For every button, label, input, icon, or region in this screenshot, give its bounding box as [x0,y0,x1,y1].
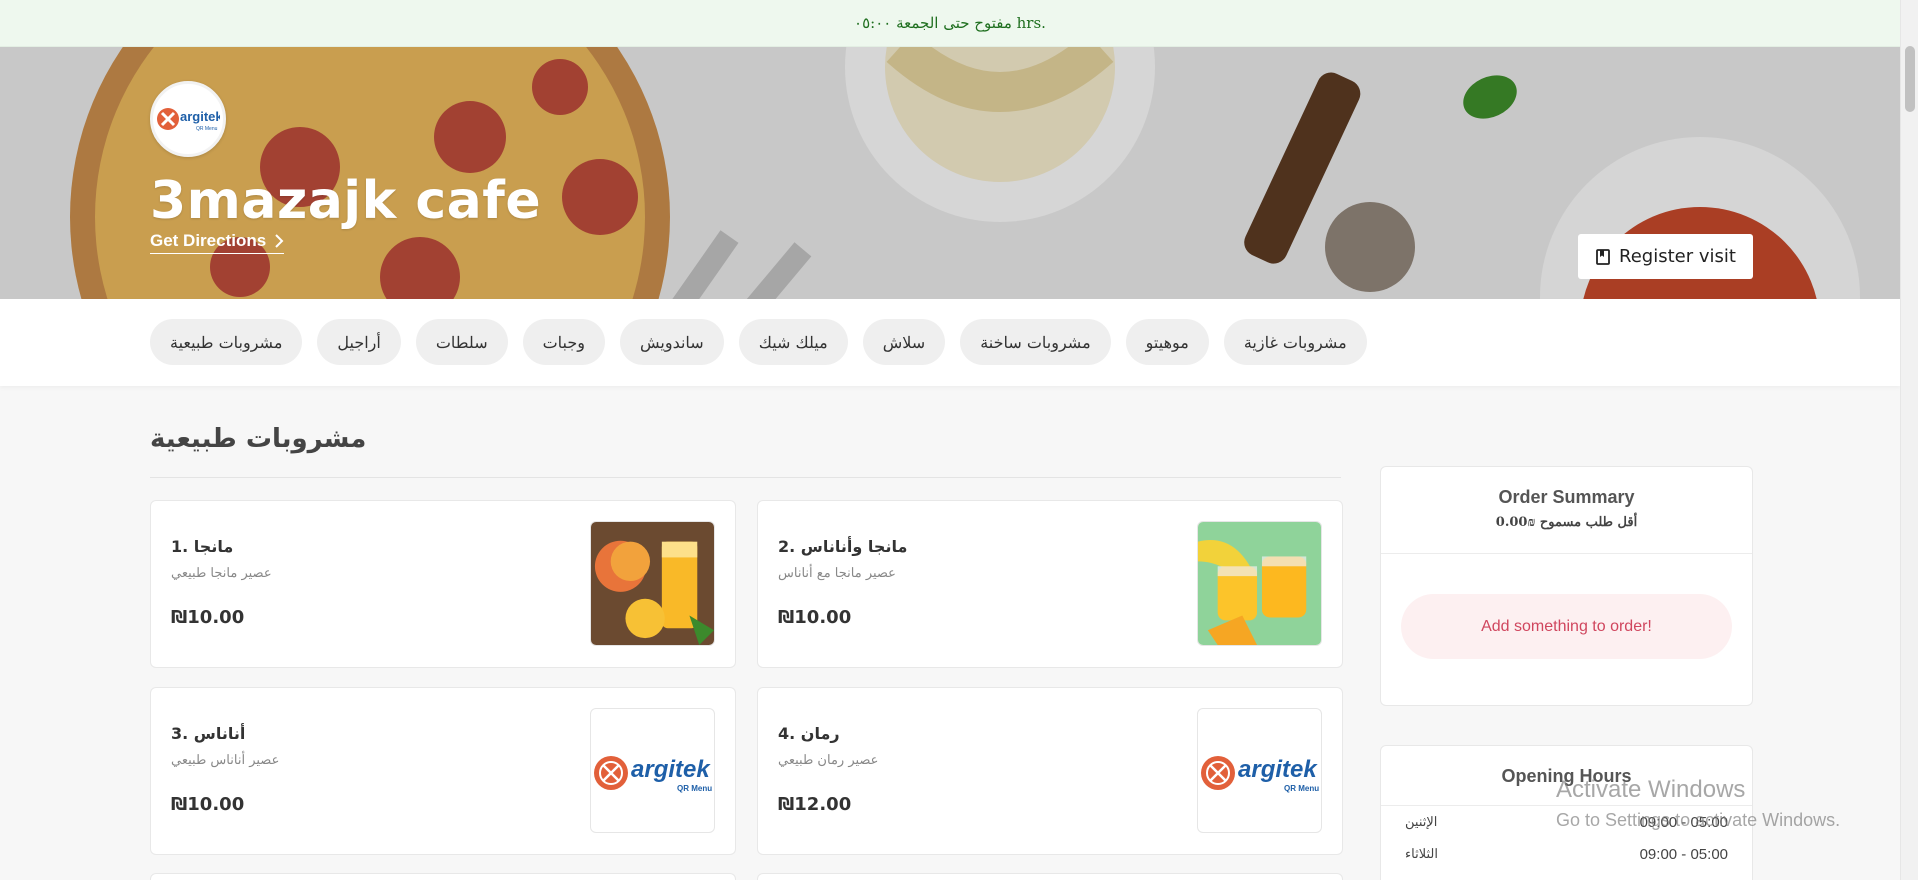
opening-notice-banner: مفتوح حتى الجمعة ٠٥:٠٠ hrs. [0,0,1900,47]
opening-hours-day: الثلاثاء [1405,846,1438,862]
menu-item-image: argitek QR Menu [590,708,715,833]
menu-item-name: رمان .4 [778,724,840,743]
argitek-logo-icon: argitek QR Menu [1200,755,1319,793]
order-summary-panel: Order Summary أقل طلب مسموح ₪0.00 Add so… [1380,466,1753,706]
menu-item-price: ₪12.00 [778,794,852,815]
menu-item-image [590,521,715,646]
logo-submark: QR Menu [196,126,218,132]
menu-item-price: ₪10.00 [778,607,852,628]
menu-item-card[interactable]: أناناس .3 عصير أناناس طبيعي ₪10.00 argit… [150,687,736,855]
logo-submark: QR Menu [677,784,712,793]
order-summary-header: Order Summary أقل طلب مسموح ₪0.00 [1381,467,1752,554]
empty-order-message: Add something to order! [1401,594,1732,659]
menu-item-description: عصير أناناس طبيعي [171,753,280,768]
opening-notice-text: مفتوح حتى الجمعة ٠٥:٠٠ hrs. [854,14,1046,32]
category-pill[interactable]: سلاش [862,319,946,365]
menu-item-name: أناناس .3 [171,724,246,743]
restaurant-logo: argitek QR Menu [150,81,226,157]
order-summary-title: Order Summary [1498,487,1635,507]
scrollbar-thumb[interactable] [1905,46,1915,112]
category-pill[interactable]: سلطات [415,319,508,365]
menu-item-image [1197,521,1322,646]
section-divider [150,477,1341,478]
menu-item-description: عصير مانجا طبيعي [171,566,272,581]
menu-item-description: عصير مانجا مع أناناس [778,566,896,581]
logo-wordmark: argitek [180,109,220,124]
chevron-right-icon [275,234,284,248]
minimum-order-text: أقل طلب مسموح ₪0.00 [1495,515,1638,530]
restaurant-hero: argitek QR Menu 3mazajk cafe Get Directi… [0,47,1900,299]
menu-item-card[interactable]: مانجا .1 عصير مانجا طبيعي ₪10.00 [150,500,736,668]
category-pill[interactable]: وجبات [522,319,605,365]
menu-item-card[interactable] [757,873,1343,880]
category-pill[interactable]: مشروبات غازية [1223,319,1367,365]
argitek-logo-icon: argitek QR Menu [593,755,712,793]
opening-hours-row: الثلاثاء 09:00 - 05:00 [1381,838,1752,870]
category-pill[interactable]: مشروبات ساخنة [960,319,1111,365]
menu-item-card[interactable]: رمان .4 عصير رمان طبيعي ₪12.00 argitek Q… [757,687,1343,855]
windows-activation-watermark: Activate Windows Go to Settings to activ… [1556,776,1840,831]
book-icon [1596,248,1610,265]
page-scrollbar[interactable] [1900,0,1918,880]
mango-juice-image [591,522,714,645]
menu-item-card[interactable] [150,873,736,880]
category-pill[interactable]: مشروبات طبيعية [150,319,303,365]
restaurant-name: 3mazajk cafe [150,171,542,231]
category-list: مشروبات طبيعية أراجيل سلطات وجبات ساندوي… [150,319,1367,365]
category-pill[interactable]: موهيتو [1125,319,1209,365]
category-pill[interactable]: أراجيل [317,319,401,365]
section-title: مشروبات طبيعية [150,424,367,454]
mango-pineapple-image [1198,522,1321,645]
menu-item-card[interactable]: مانجا وأناناس .2 عصير مانجا مع أناناس ₪1… [757,500,1343,668]
menu-item-image: argitek QR Menu [1197,708,1322,833]
logo-wordmark: argitek [1238,756,1318,783]
menu-item-name: مانجا .1 [171,537,234,556]
get-directions-label: Get Directions [150,231,267,250]
category-pill[interactable]: ساندويش [620,319,724,365]
logo-wordmark: argitek [631,756,711,783]
opening-hours-time: 09:00 - 05:00 [1639,845,1728,863]
opening-hours-day: الإثنين [1405,814,1438,830]
argitek-logo-icon: argitek QR Menu [157,108,220,132]
get-directions-link[interactable]: Get Directions [150,231,285,254]
category-bar: مشروبات طبيعية أراجيل سلطات وجبات ساندوي… [0,299,1900,386]
category-pill[interactable]: ميلك شيك [738,319,848,365]
logo-submark: QR Menu [1284,784,1319,793]
menu-item-price: ₪10.00 [171,607,245,628]
register-visit-button[interactable]: Register visit [1578,234,1753,279]
menu-item-price: ₪10.00 [171,794,245,815]
menu-item-description: عصير رمان طبيعي [778,753,879,768]
menu-item-name: مانجا وأناناس .2 [778,537,908,556]
watermark-subtitle: Go to Settings to activate Windows. [1556,810,1841,830]
register-visit-label: Register visit [1619,246,1736,267]
watermark-title: Activate Windows [1556,776,1746,803]
